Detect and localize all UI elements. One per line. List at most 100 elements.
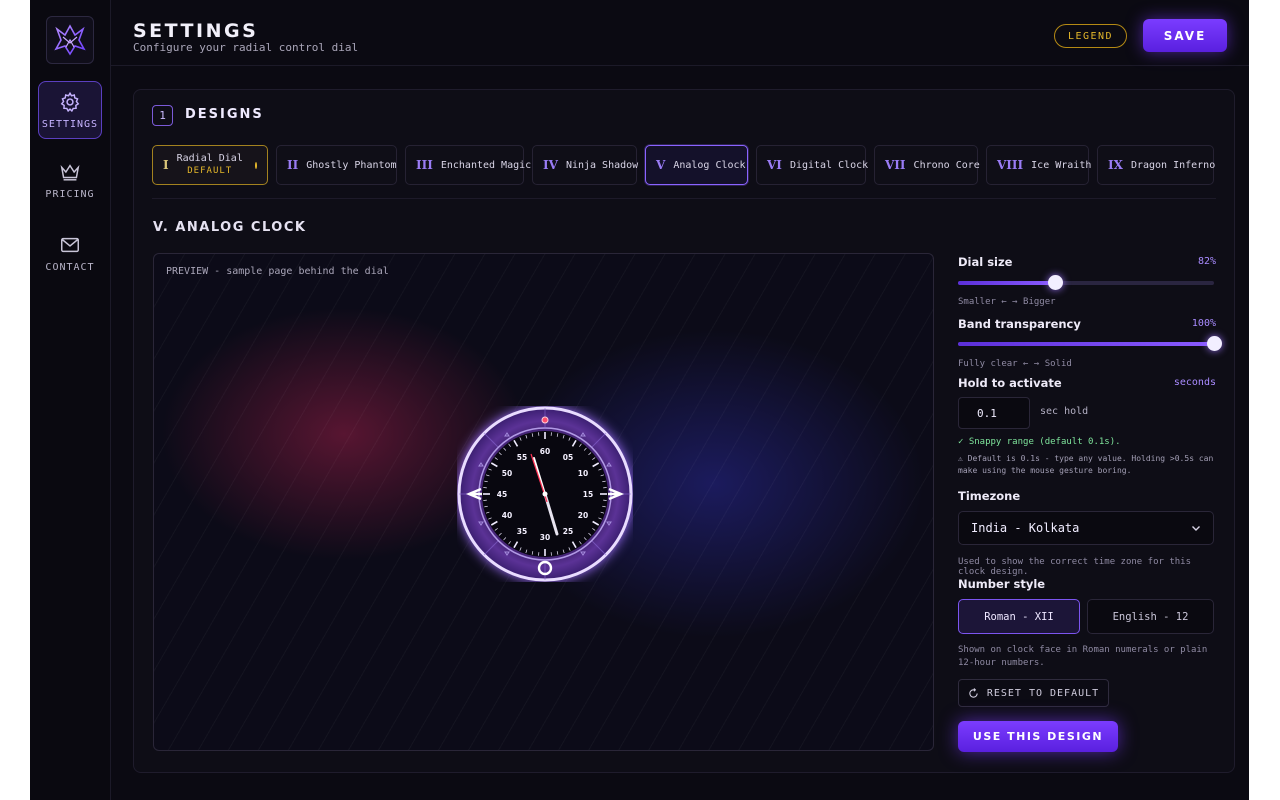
design-ghostly-phantom[interactable]: II Ghostly Phantom: [276, 145, 397, 185]
design-ice-wraith[interactable]: VIII Ice Wraith: [986, 145, 1092, 185]
dial-size-label: Dial size: [958, 255, 1013, 269]
sidebar-item-label: SETTINGS: [41, 118, 99, 130]
dial-number: 50: [502, 469, 512, 478]
design-digital-clock[interactable]: VI Digital Clock: [756, 145, 869, 185]
reset-label: RESET TO DEFAULT: [986, 687, 1100, 699]
design-number: VIII: [997, 158, 1024, 172]
preview-label: PREVIEW - sample page behind the dial: [166, 266, 389, 277]
design-number: IV: [543, 158, 558, 172]
page-subtitle: Configure your radial control dial: [133, 41, 359, 54]
designs-panel: 1 DESIGNS I Radial Dial DEFAULT II Ghost…: [133, 89, 1235, 773]
design-number: VII: [885, 158, 906, 172]
sidebar-item-settings[interactable]: SETTINGS: [38, 81, 102, 139]
slider-fill: [958, 342, 1214, 346]
dial-number: 45: [497, 490, 507, 499]
design-label: Radial Dial: [176, 153, 243, 164]
dial-number: 05: [563, 453, 573, 462]
design-number: IX: [1108, 158, 1123, 172]
design-dragon-inferno[interactable]: IX Dragon Inferno: [1097, 145, 1216, 185]
dial-size-slider[interactable]: [958, 275, 1214, 290]
hold-ok-message: ✓ Snappy range (default 0.1s).: [958, 437, 1121, 447]
default-tag: DEFAULT: [187, 166, 233, 176]
number-style-roman[interactable]: Roman - XII: [958, 599, 1080, 634]
sidebar-item-label: CONTACT: [45, 261, 95, 273]
default-dot-icon: [254, 161, 257, 169]
dial-number: 10: [578, 469, 588, 478]
design-number: I: [163, 158, 169, 172]
design-label: Dragon Inferno: [1130, 159, 1216, 171]
design-label: Ghostly Phantom: [306, 159, 397, 171]
band-transparency-hint: Fully clear ← → Solid: [958, 359, 1072, 369]
current-design-title: V. ANALOG CLOCK: [153, 220, 307, 235]
crown-icon: [60, 163, 80, 181]
dial-number: 30: [540, 533, 550, 542]
section-title: DESIGNS: [185, 107, 264, 122]
slider-fill: [958, 281, 1056, 285]
logo-icon: [54, 24, 86, 56]
timezone-select[interactable]: India - Kolkata: [958, 511, 1214, 545]
analog-clock-dial[interactable]: 60 05 10 15 20 25 30 35 40 45 50 55: [457, 406, 633, 582]
dial-number: 55: [517, 453, 527, 462]
section-number: 1: [152, 105, 173, 126]
slider-knob[interactable]: [1207, 336, 1222, 351]
sidebar-item-contact[interactable]: CONTACT: [38, 224, 102, 282]
mail-icon: [61, 237, 79, 252]
hold-label: Hold to activate: [958, 376, 1062, 390]
design-list: I Radial Dial DEFAULT II Ghostly Phantom…: [152, 145, 1216, 187]
reset-icon: [969, 687, 978, 698]
app-logo[interactable]: [46, 16, 94, 64]
hold-duration-input[interactable]: [958, 397, 1030, 429]
sidebar: SETTINGS PRICING CONTACT: [30, 0, 111, 800]
divider: [152, 198, 1216, 199]
design-number: III: [416, 158, 433, 172]
page-header: SETTINGS Configure your radial control d…: [111, 0, 1249, 66]
design-label: Ninja Shadow: [565, 159, 639, 171]
legend-button[interactable]: LEGEND: [1054, 24, 1127, 48]
slider-knob[interactable]: [1048, 275, 1064, 290]
design-number: V: [656, 158, 666, 172]
number-style-hint: Shown on clock face in Roman numerals or…: [958, 645, 1208, 668]
design-label: Analog Clock: [673, 159, 746, 171]
band-transparency-value: 100%: [1191, 318, 1216, 329]
band-transparency-label: Band transparency: [958, 317, 1081, 331]
design-number: II: [287, 158, 299, 172]
dial-number: 20: [578, 511, 588, 520]
dial-number: 35: [517, 527, 527, 536]
design-chrono-core[interactable]: VII Chrono Core: [874, 145, 980, 185]
sidebar-item-label: PRICING: [45, 188, 95, 200]
dial-number: 25: [563, 527, 573, 536]
band-transparency-slider[interactable]: [958, 336, 1222, 351]
page-title: SETTINGS: [133, 20, 259, 42]
design-radial-dial[interactable]: I Radial Dial DEFAULT: [152, 145, 268, 185]
chevron-down-icon: [1192, 526, 1200, 531]
design-analog-clock[interactable]: V Analog Clock: [645, 145, 748, 185]
design-label: Enchanted Magic: [440, 159, 532, 171]
dial-preview: PREVIEW - sample page behind the dial 60…: [153, 253, 934, 751]
hold-suffix: sec hold: [1040, 406, 1089, 417]
top-indicator-icon: [541, 416, 549, 424]
dial-size-value: 82%: [1197, 256, 1216, 267]
dial-number: 60: [540, 447, 550, 456]
gear-icon: [60, 91, 80, 112]
dial-size-hint: Smaller ← → Bigger: [958, 297, 1056, 307]
save-button[interactable]: SAVE: [1143, 19, 1227, 52]
dial-number: 15: [583, 490, 593, 499]
app-frame: SETTINGS PRICING CONTACT SETTINGS Config…: [30, 0, 1249, 800]
sidebar-item-pricing[interactable]: PRICING: [38, 151, 102, 209]
design-ninja-shadow[interactable]: IV Ninja Shadow: [532, 145, 639, 185]
use-this-design-button[interactable]: USE THIS DESIGN: [958, 721, 1118, 752]
timezone-value: India - Kolkata: [971, 521, 1080, 535]
reset-to-default-button[interactable]: RESET TO DEFAULT: [958, 679, 1109, 707]
timezone-hint: Used to show the correct time zone for t…: [958, 557, 1191, 577]
hold-unit: seconds: [1173, 377, 1216, 388]
timezone-label: Timezone: [958, 489, 1021, 503]
design-enchanted-magic[interactable]: III Enchanted Magic: [405, 145, 531, 185]
design-label: Chrono Core: [913, 159, 980, 171]
hold-warning: ⚠ Default is 0.1s - type any value. Hold…: [958, 454, 1214, 475]
design-label: Digital Clock: [789, 159, 869, 171]
dial-number: 40: [502, 511, 512, 520]
design-number: VI: [767, 158, 782, 172]
number-style-english[interactable]: English - 12: [1087, 599, 1214, 634]
number-style-label: Number style: [958, 577, 1046, 591]
design-label: Ice Wraith: [1031, 159, 1092, 171]
